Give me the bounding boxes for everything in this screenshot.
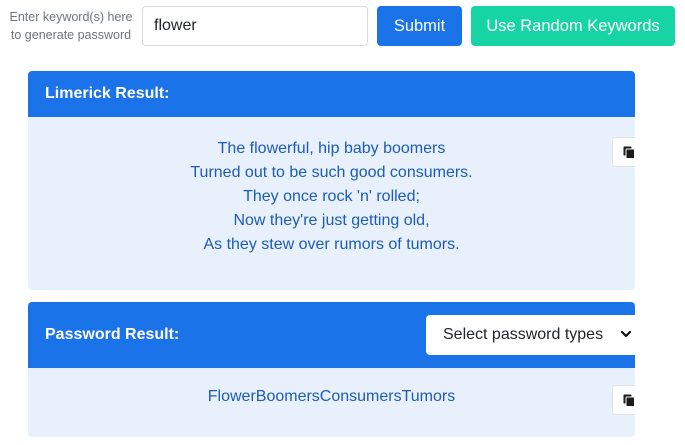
limerick-line: Now they're just getting old, xyxy=(233,212,430,229)
limerick-body: The flowerful, hip baby boomers Turned o… xyxy=(28,117,635,290)
limerick-line: The flowerful, hip baby boomers xyxy=(217,140,446,157)
limerick-header: Limerick Result: xyxy=(28,71,635,117)
keyword-label-line1: Enter keyword(s) here xyxy=(9,10,133,24)
random-keywords-button[interactable]: Use Random Keywords xyxy=(471,6,675,46)
limerick-line: They once rock 'n' rolled; xyxy=(243,188,420,205)
limerick-line: As they stew over rumors of tumors. xyxy=(203,236,460,253)
password-body: FlowerBoomersConsumersTumors xyxy=(28,368,635,437)
limerick-text: The flowerful, hip baby boomers Turned o… xyxy=(28,137,635,257)
submit-button[interactable]: Submit xyxy=(377,6,462,46)
copy-password-button[interactable] xyxy=(612,385,635,415)
password-header: Password Result: Select password types xyxy=(28,302,635,368)
password-type-label: Select password types xyxy=(443,326,604,343)
password-title: Password Result: xyxy=(45,326,180,343)
keyword-label: Enter keyword(s) here to generate passwo… xyxy=(6,8,136,44)
keyword-label-line2: to generate password xyxy=(10,28,132,42)
keyword-bar: Enter keyword(s) here to generate passwo… xyxy=(0,0,685,56)
copy-icon xyxy=(623,146,635,159)
chevron-down-icon xyxy=(620,330,632,338)
password-card: Password Result: Select password types F… xyxy=(28,302,635,437)
password-type-select[interactable]: Select password types xyxy=(426,315,635,355)
copy-icon xyxy=(623,394,635,407)
limerick-line: Turned out to be such good consumers. xyxy=(190,164,473,181)
password-value: FlowerBoomersConsumersTumors xyxy=(207,388,456,405)
limerick-card: Limerick Result: The flowerful, hip baby… xyxy=(28,71,635,290)
keyword-input[interactable] xyxy=(142,6,368,46)
limerick-title: Limerick Result: xyxy=(45,85,170,102)
copy-limerick-button[interactable] xyxy=(612,137,635,167)
